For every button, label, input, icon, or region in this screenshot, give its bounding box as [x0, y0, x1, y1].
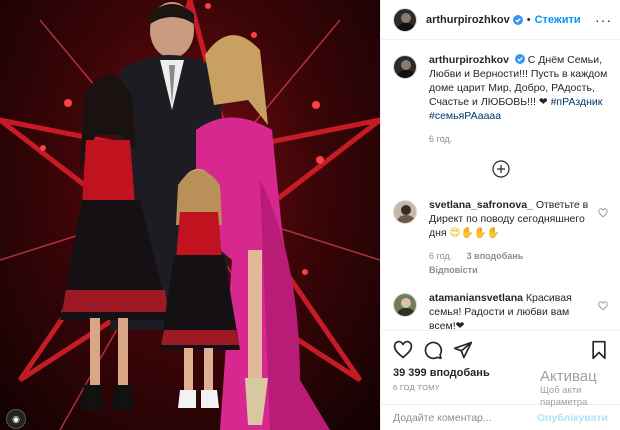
likes-count[interactable]: 39 399 вподобань: [393, 367, 608, 379]
header-dot-separator: •: [526, 13, 531, 26]
comment-time: 6 год.: [429, 251, 453, 261]
caption-username[interactable]: arthurpirozhkov: [429, 54, 509, 66]
commenter-avatar[interactable]: [393, 200, 417, 224]
post-side-panel: arthurpirozhkov • Стежити ··· arthurpiro…: [380, 0, 620, 430]
commenter-username[interactable]: atamaniansvetlana: [429, 292, 523, 304]
author-avatar[interactable]: [393, 7, 417, 32]
commenter-avatar[interactable]: [393, 293, 417, 317]
paper-plane-icon[interactable]: [453, 340, 473, 360]
more-options-icon[interactable]: ···: [595, 12, 612, 28]
publish-button[interactable]: Опублікувати: [537, 412, 608, 424]
verified-badge-icon: [512, 14, 523, 25]
add-comment-input[interactable]: [393, 411, 537, 424]
comment-likes[interactable]: 3 вподобань: [467, 251, 524, 261]
caption-time: 6 год.: [429, 134, 453, 144]
comment-emoji: 😍✋✋✋: [449, 227, 500, 239]
comment-item: svetlana_safronova_ Ответьте в Директ по…: [393, 198, 608, 277]
caption: arthurpirozhkov С Днём Семьи, Любви и Ве…: [393, 53, 608, 146]
comment-like-heart-icon[interactable]: [598, 301, 608, 311]
caption-avatar[interactable]: [393, 55, 417, 79]
family-photo-illustration: [0, 0, 380, 430]
comment-icon[interactable]: [423, 340, 443, 360]
follow-button[interactable]: Стежити: [535, 14, 581, 26]
comment-item: atamaniansvetlana Красивая семья! Радост…: [393, 291, 608, 330]
commenter-username[interactable]: svetlana_safronova_: [429, 199, 533, 211]
heart-icon[interactable]: [393, 340, 413, 360]
post-header: arthurpirozhkov • Стежити ···: [381, 0, 620, 40]
photo-corner-avatar: ◉: [6, 409, 26, 429]
comments-scroll-area[interactable]: arthurpirozhkov С Днём Семьи, Любви и Ве…: [381, 41, 620, 330]
reply-button[interactable]: Відповісти: [429, 265, 478, 275]
plus-circle-icon[interactable]: [491, 160, 510, 178]
add-comment-bar: Опублікувати: [381, 404, 620, 430]
verified-badge-icon: [514, 54, 525, 64]
post-actions: 39 399 вподобань 6 ГОД ТОМУ: [381, 330, 620, 392]
bookmark-icon[interactable]: [590, 340, 608, 360]
post-photo[interactable]: ◉: [0, 0, 380, 430]
author-username[interactable]: arthurpirozhkov: [426, 14, 510, 26]
post-time-ago[interactable]: 6 ГОД ТОМУ: [393, 383, 608, 392]
comment-like-heart-icon[interactable]: [598, 208, 608, 218]
